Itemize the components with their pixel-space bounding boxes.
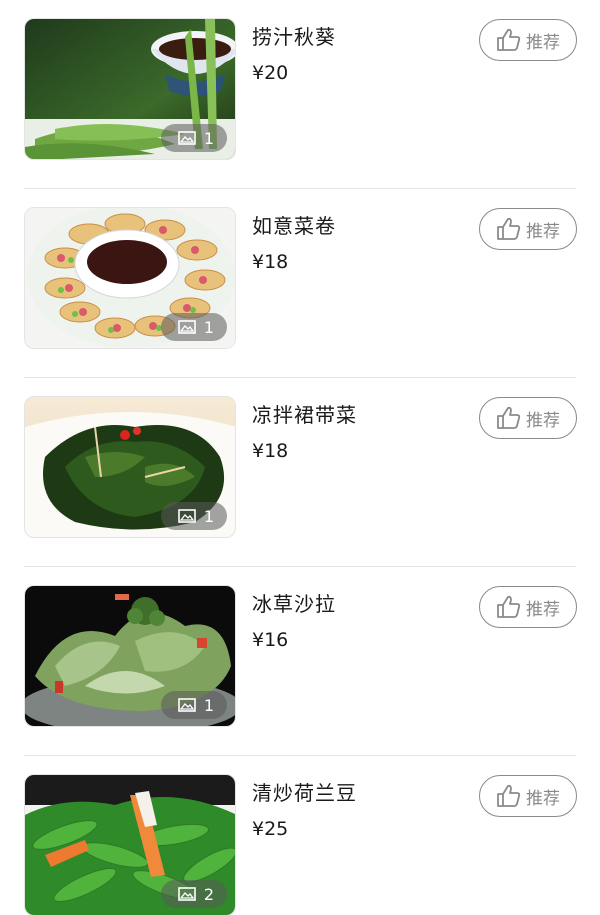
image-count: 1 xyxy=(203,317,215,337)
dish-price: ¥18 xyxy=(252,440,289,462)
image-count-badge: 1 xyxy=(161,313,227,341)
dish-item[interactable]: 1 冰草沙拉 ¥16 推荐 xyxy=(0,567,600,756)
thumbs-up-icon xyxy=(497,217,521,240)
thumbs-up-icon xyxy=(497,784,521,807)
recommend-label: 推荐 xyxy=(526,410,560,431)
recommend-label: 推荐 xyxy=(526,32,560,53)
image-count-badge: 1 xyxy=(161,124,227,152)
dish-price: ¥25 xyxy=(252,818,289,840)
dish-name: 捞汁秋葵 xyxy=(252,25,336,49)
image-count: 1 xyxy=(203,695,215,715)
dish-name: 冰草沙拉 xyxy=(252,592,336,616)
dish-list: 1 捞汁秋葵 ¥20 推荐 1 如意菜卷 ¥18 推荐 1 凉拌裙带菜 ¥18 … xyxy=(0,0,600,915)
thumbs-up-icon xyxy=(497,28,521,51)
thumbs-up-icon xyxy=(497,595,521,618)
dish-name: 如意菜卷 xyxy=(252,214,336,238)
recommend-button[interactable]: 推荐 xyxy=(479,208,577,250)
dish-item[interactable]: 1 如意菜卷 ¥18 推荐 xyxy=(0,189,600,378)
dish-image-rolls[interactable]: 1 xyxy=(24,207,236,349)
image-icon xyxy=(178,509,196,523)
dish-name: 凉拌裙带菜 xyxy=(252,403,357,427)
recommend-button[interactable]: 推荐 xyxy=(479,19,577,61)
image-icon xyxy=(178,320,196,334)
image-count: 1 xyxy=(203,506,215,526)
dish-name: 清炒荷兰豆 xyxy=(252,781,357,805)
dish-image-iceplant-salad[interactable]: 1 xyxy=(24,585,236,727)
dish-price: ¥20 xyxy=(252,62,289,84)
recommend-label: 推荐 xyxy=(526,788,560,809)
recommend-label: 推荐 xyxy=(526,221,560,242)
recommend-button[interactable]: 推荐 xyxy=(479,586,577,628)
image-icon xyxy=(178,131,196,145)
recommend-button[interactable]: 推荐 xyxy=(479,775,577,817)
dish-item[interactable]: 1 凉拌裙带菜 ¥18 推荐 xyxy=(0,378,600,567)
dish-price: ¥16 xyxy=(252,629,289,651)
dish-item[interactable]: 1 捞汁秋葵 ¥20 推荐 xyxy=(0,0,600,189)
image-count-badge: 2 xyxy=(161,880,227,908)
image-count-badge: 1 xyxy=(161,502,227,530)
dish-image-snow-peas[interactable]: 2 xyxy=(24,774,236,915)
image-icon xyxy=(178,698,196,712)
dish-image-okra[interactable]: 1 xyxy=(24,18,236,160)
image-count: 1 xyxy=(203,128,215,148)
recommend-label: 推荐 xyxy=(526,599,560,620)
thumbs-up-icon xyxy=(497,406,521,429)
dish-price: ¥18 xyxy=(252,251,289,273)
recommend-button[interactable]: 推荐 xyxy=(479,397,577,439)
image-icon xyxy=(178,887,196,901)
dish-image-seaweed[interactable]: 1 xyxy=(24,396,236,538)
dish-item[interactable]: 2 清炒荷兰豆 ¥25 推荐 xyxy=(0,756,600,915)
image-count: 2 xyxy=(203,884,215,904)
image-count-badge: 1 xyxy=(161,691,227,719)
